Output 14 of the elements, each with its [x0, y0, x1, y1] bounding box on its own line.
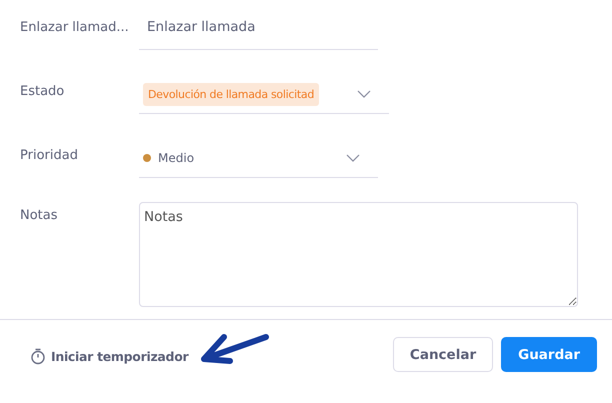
- field-label: Prioridad: [20, 147, 79, 163]
- chevron-down-icon: [357, 90, 371, 98]
- notes-textarea[interactable]: Notas: [139, 202, 578, 307]
- chevron-down-icon: [346, 154, 360, 162]
- status-tag: Devolución de llamada solicitad: [143, 83, 319, 106]
- stopwatch-icon: [30, 348, 46, 365]
- save-button[interactable]: Guardar: [501, 337, 597, 372]
- cancel-button[interactable]: Cancelar: [392, 337, 494, 372]
- priority-select[interactable]: Medio: [139, 138, 378, 178]
- text-field[interactable]: Enlazar llamada: [139, 18, 256, 34]
- field-label: Enlazar llamad...: [20, 19, 130, 35]
- field-label: Estado: [20, 83, 66, 99]
- start-timer-button[interactable]: Iniciar temporizador: [30, 348, 188, 365]
- field-label: Notas: [20, 207, 59, 225]
